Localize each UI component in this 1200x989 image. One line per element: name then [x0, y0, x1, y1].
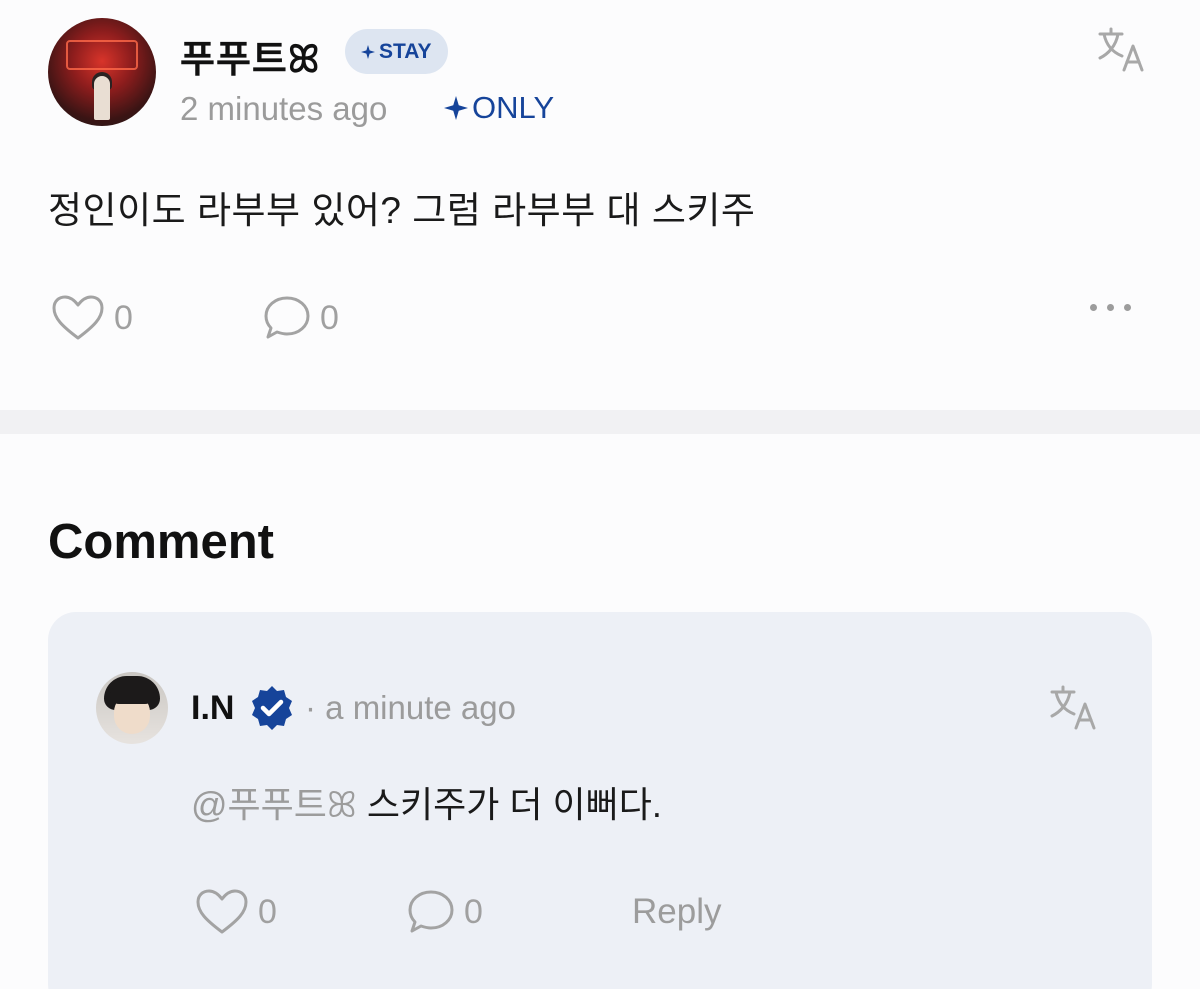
- post-card: 푸푸트ꕤ STAY 2 minutes ago ONLY 정인이도 라부부 있어…: [0, 0, 1200, 410]
- comment-button[interactable]: 0: [262, 294, 339, 342]
- post-author-name[interactable]: 푸푸트ꕤ: [180, 28, 321, 83]
- only-label: ONLY: [472, 90, 555, 125]
- comment-reply-count-button[interactable]: 0: [406, 888, 483, 936]
- sparkle-icon: [444, 96, 468, 120]
- comment-count: 0: [320, 298, 339, 337]
- like-count: 0: [114, 298, 133, 337]
- mention-link[interactable]: @푸푸트ꕤ: [191, 784, 357, 825]
- section-divider: [0, 410, 1200, 434]
- speech-bubble-icon: [264, 296, 310, 339]
- avatar[interactable]: [48, 18, 156, 126]
- post-timestamp: 2 minutes ago: [180, 90, 388, 127]
- heart-icon: [52, 295, 104, 340]
- badge-label: STAY: [379, 39, 432, 63]
- fan-badge: STAY: [345, 29, 448, 74]
- translate-icon[interactable]: [1048, 682, 1100, 734]
- time-separator: ·: [305, 689, 316, 726]
- comment-body: @푸푸트ꕤ 스키주가 더 이뻐다.: [191, 776, 662, 828]
- translate-icon[interactable]: [1096, 24, 1148, 76]
- comment-like-count: 0: [258, 892, 277, 931]
- comments-heading: Comment: [48, 515, 274, 569]
- reply-button[interactable]: Reply: [632, 892, 721, 932]
- comment-text: 스키주가 더 이뻐다.: [356, 784, 662, 825]
- only-tag: ONLY: [444, 90, 554, 126]
- comment-time-text: a minute ago: [325, 689, 516, 726]
- more-dots-icon[interactable]: [1090, 304, 1131, 311]
- speech-bubble-icon: [408, 890, 454, 933]
- post-body: 정인이도 라부부 있어? 그럼 라부부 대 스키주: [48, 190, 756, 231]
- comment-author-name[interactable]: I.N: [191, 689, 234, 728]
- verified-badge-icon: [252, 686, 292, 730]
- comment-timestamp: · a minute ago: [305, 689, 516, 727]
- comment-like-button[interactable]: 0: [194, 888, 277, 936]
- like-button[interactable]: 0: [50, 294, 133, 342]
- avatar[interactable]: [96, 672, 168, 744]
- sparkle-icon: [361, 44, 375, 59]
- heart-icon: [196, 889, 248, 934]
- comment-reply-count: 0: [464, 892, 483, 931]
